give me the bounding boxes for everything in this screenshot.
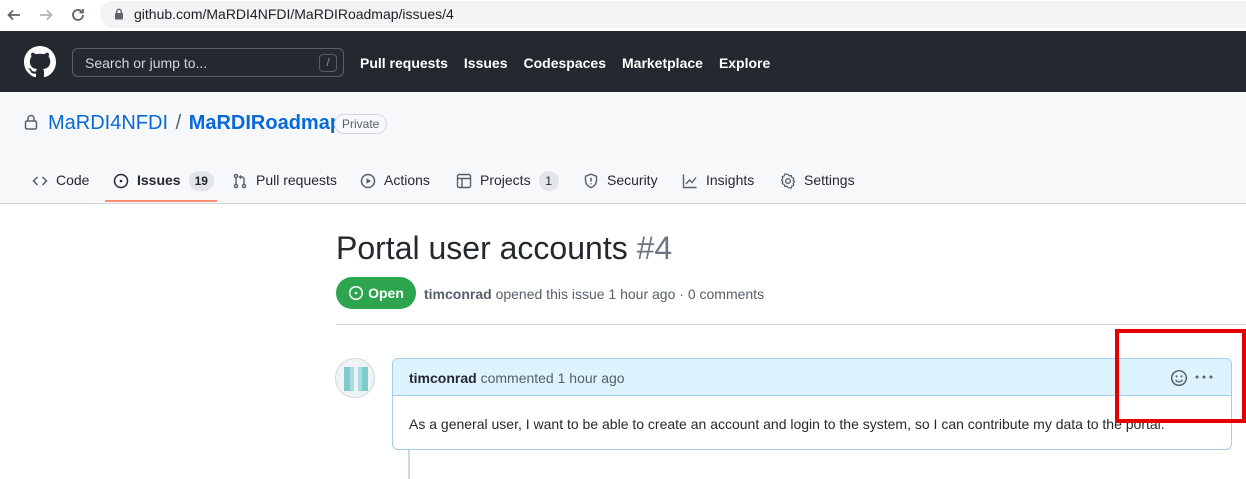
tab-projects-label: Projects [480, 172, 531, 188]
search-placeholder: Search or jump to... [85, 55, 208, 71]
issue-opened-icon [349, 285, 364, 301]
nav-marketplace[interactable]: Marketplace [622, 55, 703, 71]
visibility-badge: Private [334, 114, 388, 134]
comment-author-link[interactable]: timconrad [409, 370, 477, 386]
tab-code-label: Code [56, 172, 90, 188]
issue-title: Portal user accounts #4 [336, 230, 672, 267]
nav-codespaces[interactable]: Codespaces [524, 55, 606, 71]
git-pull-request-icon [233, 173, 247, 189]
gear-icon [780, 173, 796, 189]
tab-projects[interactable]: Projects 1 [456, 164, 559, 204]
timeline-line [408, 450, 410, 479]
github-logo-icon[interactable] [24, 46, 56, 78]
issues-count-badge: 19 [188, 171, 214, 191]
repo-title: MaRDI4NFDI / MaRDIRoadmap [48, 112, 342, 135]
reload-icon [72, 9, 84, 21]
address-bar[interactable]: github.com/MaRDI4NFDI/MaRDIRoadmap/issue… [100, 1, 1246, 28]
github-header: Search or jump to... / Pull requests Iss… [0, 31, 1246, 92]
issue-state-badge: Open [336, 277, 416, 309]
reload-button[interactable] [67, 4, 89, 26]
lock-icon [24, 114, 38, 130]
repo-header: MaRDI4NFDI / MaRDIRoadmap Private Code I… [0, 92, 1246, 204]
issue-opened-icon [113, 173, 129, 189]
nav-issues[interactable]: Issues [464, 55, 508, 71]
arrow-right-icon [40, 9, 53, 21]
tab-pull-requests-label: Pull requests [256, 172, 337, 188]
tab-issues-label: Issues [137, 172, 181, 188]
tab-insights[interactable]: Insights [682, 164, 754, 204]
tab-settings-label: Settings [804, 172, 855, 188]
issue-state-label: Open [368, 285, 404, 301]
search-input[interactable]: Search or jump to... / [72, 48, 344, 77]
comment-action-text: commented 1 hour ago [476, 370, 625, 386]
arrow-left-icon [7, 9, 20, 21]
comment-body: As a general user, I want to be able to … [409, 416, 1165, 432]
issue-number: #4 [636, 230, 673, 266]
tab-code[interactable]: Code [32, 164, 89, 204]
tab-security-label: Security [607, 172, 658, 188]
forward-button[interactable] [35, 4, 57, 26]
comment-header: timconrad commented 1 hour ago [393, 359, 1231, 396]
highlight-box [1115, 329, 1246, 423]
repo-name-link[interactable]: MaRDIRoadmap [189, 112, 342, 134]
nav-pull-requests[interactable]: Pull requests [360, 55, 448, 71]
comment-meta: timconrad commented 1 hour ago [409, 370, 625, 386]
tab-security[interactable]: Security [583, 164, 658, 204]
lock-icon [115, 8, 123, 20]
issue-comment: timconrad commented 1 hour ago As a gene… [392, 358, 1232, 450]
issue-author-link[interactable]: timconrad [424, 286, 492, 302]
back-button[interactable] [3, 4, 25, 26]
url-text[interactable]: github.com/MaRDI4NFDI/MaRDIRoadmap/issue… [134, 6, 454, 22]
search-shortcut-key: / [319, 54, 337, 72]
browser-toolbar: github.com/MaRDI4NFDI/MaRDIRoadmap/issue… [0, 0, 1246, 31]
global-nav: Pull requests Issues Codespaces Marketpl… [360, 55, 770, 71]
projects-count-badge: 1 [538, 171, 559, 191]
play-icon [360, 173, 376, 189]
issue-meta: timconrad opened this issue 1 hour ago ·… [424, 286, 764, 302]
issue-meta-text: opened this issue 1 hour ago · 0 comment… [491, 286, 765, 302]
repo-separator: / [175, 112, 182, 134]
avatar[interactable] [335, 358, 375, 398]
identicon-icon [336, 359, 374, 397]
table-icon [456, 173, 472, 189]
tab-insights-label: Insights [706, 172, 755, 188]
repo-owner-link[interactable]: MaRDI4NFDI [48, 112, 168, 134]
tab-actions-label: Actions [384, 172, 430, 188]
issue-title-text: Portal user accounts [336, 230, 628, 266]
tab-settings[interactable]: Settings [780, 164, 855, 204]
tab-pull-requests[interactable]: Pull requests [232, 164, 337, 204]
shield-icon [584, 173, 598, 189]
graph-icon [682, 174, 697, 189]
tab-issues[interactable]: Issues 19 [113, 164, 214, 204]
tab-actions[interactable]: Actions [360, 164, 430, 204]
code-icon [32, 176, 48, 186]
header-divider [336, 324, 1246, 325]
active-tab-indicator [105, 200, 217, 202]
nav-explore[interactable]: Explore [719, 55, 770, 71]
